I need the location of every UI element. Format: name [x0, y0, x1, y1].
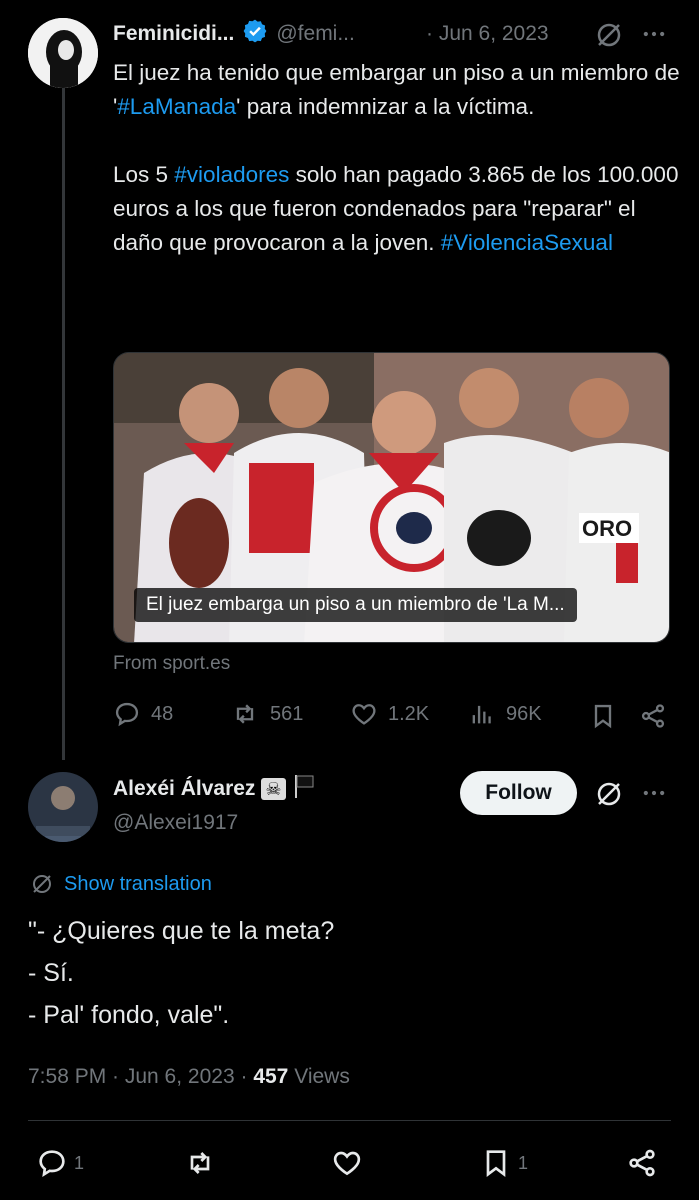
reply-views-count: 457: [253, 1065, 289, 1088]
repost-count: 561: [270, 702, 304, 725]
hashtag-violadores[interactable]: #violadores: [174, 162, 289, 187]
thread-connector-line: [62, 88, 65, 760]
reply-author-avatar[interactable]: [28, 772, 98, 842]
bookmark-count: 1: [518, 1152, 529, 1173]
tweet-date[interactable]: · Jun 6, 2023: [426, 19, 549, 49]
show-translation-link[interactable]: Show translation: [30, 872, 212, 896]
reply-button[interactable]: 1: [36, 1147, 84, 1179]
bookmark-icon: [486, 1150, 506, 1177]
black-flag-icon: [292, 773, 316, 805]
tweet-text: El juez ha tenido que embargar un piso a…: [113, 56, 683, 260]
bookmark-button[interactable]: 1: [480, 1147, 528, 1179]
repost-icon: [190, 1152, 210, 1174]
views-button[interactable]: 96K: [468, 700, 542, 728]
heart-icon: [333, 1151, 361, 1176]
grok-icon[interactable]: [594, 20, 624, 55]
author-name[interactable]: Feminicidi...: [113, 22, 234, 46]
repost-icon: [236, 704, 254, 724]
skull-crossbones-icon: ☠: [261, 778, 286, 800]
share-button[interactable]: [626, 1147, 658, 1184]
avatar-image: [28, 772, 98, 842]
like-button[interactable]: 1.2K: [350, 700, 429, 728]
bookmark-button[interactable]: [589, 702, 617, 735]
reply-line: "- ¿Quieres que te la meta?: [28, 917, 335, 945]
tweet-paragraph-2: Los 5 #violadores solo han pagado 3.865 …: [113, 158, 683, 260]
bookmark-icon: [594, 704, 612, 729]
grok-icon[interactable]: [594, 779, 624, 814]
hashtag-la-manada[interactable]: #LaManada: [117, 94, 236, 119]
author-handle[interactable]: @femi...: [276, 22, 355, 46]
reply-count: 1: [74, 1152, 85, 1173]
follow-button[interactable]: Follow: [460, 771, 577, 815]
heart-icon: [352, 704, 376, 725]
share-icon: [629, 1149, 655, 1177]
repost-button[interactable]: [183, 1147, 217, 1184]
tweet-paragraph-1: El juez ha tenido que embargar un piso a…: [113, 56, 683, 124]
divider: [28, 1120, 671, 1121]
reply-author-name[interactable]: Alexéi Álvarez: [113, 777, 255, 801]
reply-button[interactable]: 48: [113, 700, 173, 728]
reply-text: "- ¿Quieres que te la meta? - Sí. - Pal'…: [28, 910, 334, 1036]
more-options-icon[interactable]: [640, 20, 668, 53]
reply-views-label: Views: [294, 1065, 350, 1088]
action-bar: 48 561 1.2K 96K: [113, 700, 673, 734]
reply-meta: 7:58 PM · Jun 6, 2023 · 457 Views: [28, 1062, 350, 1092]
svg-text:ORO: ORO: [582, 516, 632, 541]
reply-count: 48: [151, 702, 174, 725]
more-options-icon[interactable]: [640, 779, 668, 812]
like-count: 1.2K: [388, 702, 430, 725]
reply-line: - Pal' fondo, vale".: [28, 1001, 230, 1029]
views-count: 96K: [506, 702, 542, 725]
reply-line: - Sí.: [28, 959, 74, 987]
text-run: ' para indemnizar a la víctima.: [236, 94, 535, 119]
translate-icon: [33, 875, 51, 893]
reply-timestamp[interactable]: 7:58 PM · Jun 6, 2023 ·: [28, 1065, 247, 1088]
share-button[interactable]: [639, 702, 667, 735]
show-translation-label: Show translation: [64, 872, 212, 895]
link-card-image[interactable]: ORO El juez embarga un piso a un miembro…: [113, 352, 670, 643]
link-card-caption: El juez embarga un piso a un miembro de …: [134, 588, 577, 622]
link-source[interactable]: From sport.es: [113, 651, 230, 677]
reply-icon: [39, 1150, 65, 1177]
share-icon: [641, 704, 665, 728]
reply-action-bar: 1 1: [28, 1145, 671, 1185]
text-run: Los 5: [113, 162, 175, 187]
author-avatar[interactable]: [28, 18, 98, 88]
repost-button[interactable]: 561: [230, 700, 303, 728]
hashtag-violencia-sexual[interactable]: #ViolenciaSexual: [441, 230, 613, 255]
avatar-silhouette-icon: [28, 18, 98, 88]
reply-author-handle[interactable]: @Alexei1917: [113, 809, 238, 837]
like-button[interactable]: [330, 1147, 364, 1184]
analytics-icon: [472, 705, 491, 724]
verified-badge-icon: [242, 18, 268, 50]
reply-icon: [115, 702, 139, 727]
